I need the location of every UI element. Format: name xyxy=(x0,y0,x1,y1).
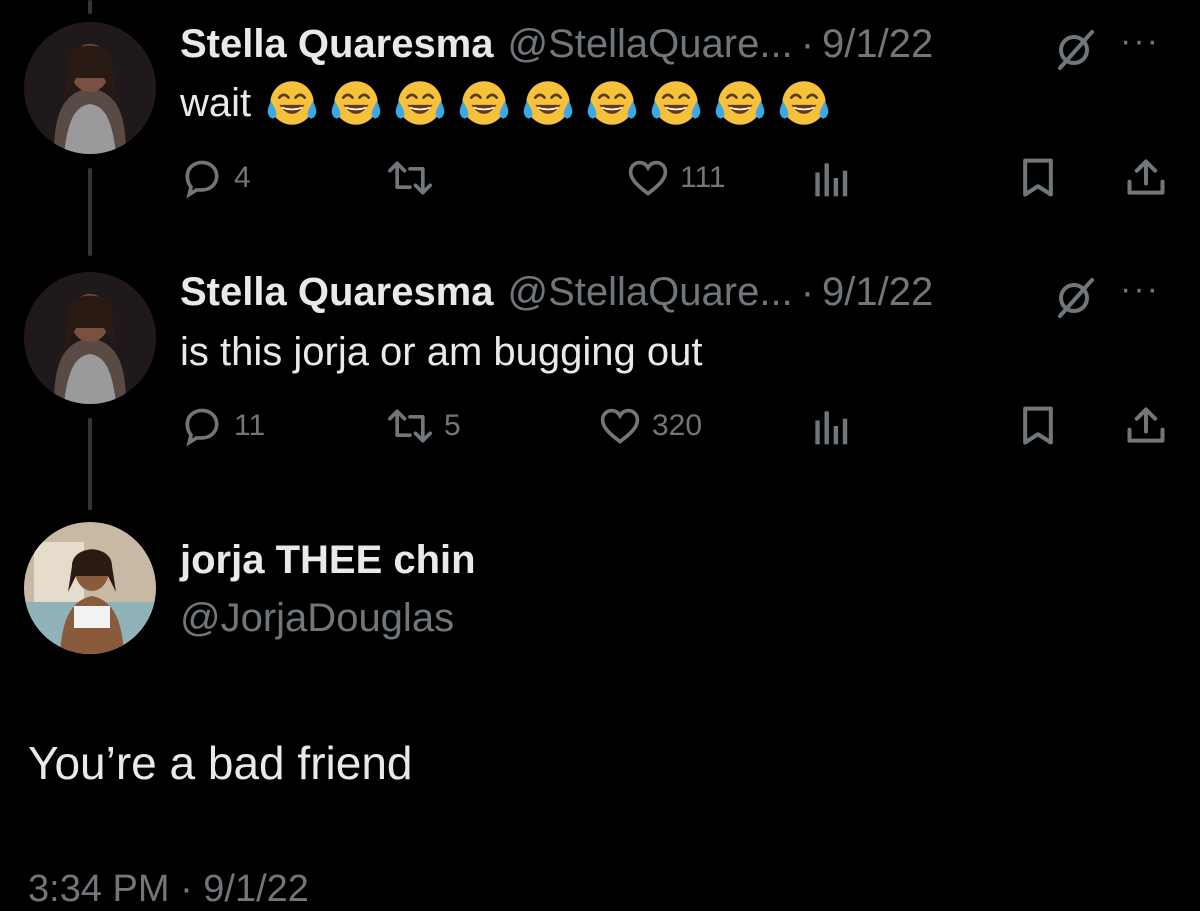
bookmark-icon xyxy=(1023,406,1053,445)
more-icon[interactable]: ··· xyxy=(1120,22,1160,61)
share-button[interactable] xyxy=(1124,404,1168,448)
separator-dot: · xyxy=(800,270,815,314)
bookmark-button[interactable] xyxy=(1018,156,1058,200)
user-handle[interactable]: @StellaQuare... xyxy=(508,22,793,67)
tweet-text-content: wait xyxy=(180,80,252,125)
separator-dot: · xyxy=(800,22,815,66)
views-button[interactable] xyxy=(810,156,850,200)
tweet-header: Stella Quaresma @StellaQuare... · 9/1/22 xyxy=(180,270,933,315)
reply-button[interactable]: 4 xyxy=(180,156,251,200)
thread-line-2 xyxy=(88,418,92,510)
tweet-text: is this jorja or am bugging out xyxy=(180,330,703,375)
bookmark-button[interactable] xyxy=(1018,404,1058,448)
display-name[interactable]: jorja THEE chin xyxy=(180,538,476,583)
retweet-count: 5 xyxy=(444,409,461,442)
display-name[interactable]: Stella Quaresma xyxy=(180,22,494,67)
tears-of-joy-emoji-icon xyxy=(779,81,829,125)
like-button[interactable]: 320 xyxy=(598,404,702,448)
reply-button[interactable]: 11 xyxy=(180,404,265,448)
tears-of-joy-emoji-icon xyxy=(331,81,381,125)
tears-of-joy-emoji-icon xyxy=(459,81,509,125)
avatar-jorja[interactable] xyxy=(24,522,156,654)
tears-of-joy-emoji-icon xyxy=(395,81,445,125)
thread-line-top xyxy=(88,0,92,14)
tweet-text-content: is this jorja or am bugging out xyxy=(180,330,703,374)
tears-of-joy-emoji-icon xyxy=(651,81,701,125)
reply-icon xyxy=(185,160,219,199)
more-icon[interactable]: ··· xyxy=(1120,270,1160,309)
like-count: 320 xyxy=(652,409,703,442)
grok-icon[interactable] xyxy=(1052,274,1098,325)
tweet-date[interactable]: 9/1/22 xyxy=(822,270,933,315)
reply-count: 4 xyxy=(234,161,251,194)
display-name[interactable]: Stella Quaresma xyxy=(180,270,494,315)
tweet-text: You’re a bad friend xyxy=(28,737,413,789)
thread-line-1 xyxy=(88,168,92,256)
heart-icon xyxy=(628,160,668,196)
heart-icon xyxy=(600,408,640,444)
share-icon xyxy=(1127,159,1165,195)
tears-of-joy-emoji-icon xyxy=(523,81,573,125)
tweet-timestamp[interactable]: 3:34 PM · 9/1/22 xyxy=(28,868,309,911)
reply-icon xyxy=(185,408,219,447)
tears-of-joy-emoji-icon xyxy=(267,81,317,125)
tweet-header: Stella Quaresma @StellaQuare... · 9/1/22 xyxy=(180,22,933,67)
tweet-date[interactable]: 9/1/22 xyxy=(822,22,933,67)
views-icon xyxy=(815,163,848,197)
user-handle[interactable]: @JorjaDouglas xyxy=(180,596,454,641)
reply-count: 11 xyxy=(234,409,266,442)
grok-icon[interactable] xyxy=(1052,26,1098,77)
retweet-icon xyxy=(388,409,432,443)
views-button[interactable] xyxy=(810,404,850,448)
avatar-stella-2[interactable] xyxy=(24,272,156,404)
views-icon xyxy=(815,411,848,445)
tears-of-joy-emoji-icon xyxy=(587,81,637,125)
tweet-actions: 4 111 xyxy=(180,156,1170,206)
retweet-button[interactable]: 5 xyxy=(386,404,461,448)
share-button[interactable] xyxy=(1124,156,1168,200)
retweet-icon xyxy=(388,161,432,195)
tears-of-joy-emoji-icon xyxy=(715,81,765,125)
share-icon xyxy=(1127,407,1165,443)
user-handle[interactable]: @StellaQuare... xyxy=(508,270,793,315)
bookmark-icon xyxy=(1023,158,1053,197)
emoji-row xyxy=(257,74,833,132)
avatar-stella-1[interactable] xyxy=(24,22,156,154)
retweet-button[interactable] xyxy=(386,156,444,200)
tweet-text: wait xyxy=(180,74,833,132)
like-count: 111 xyxy=(680,161,726,194)
like-button[interactable]: 111 xyxy=(626,156,726,200)
tweet-actions: 11 5 320 xyxy=(180,404,1170,454)
